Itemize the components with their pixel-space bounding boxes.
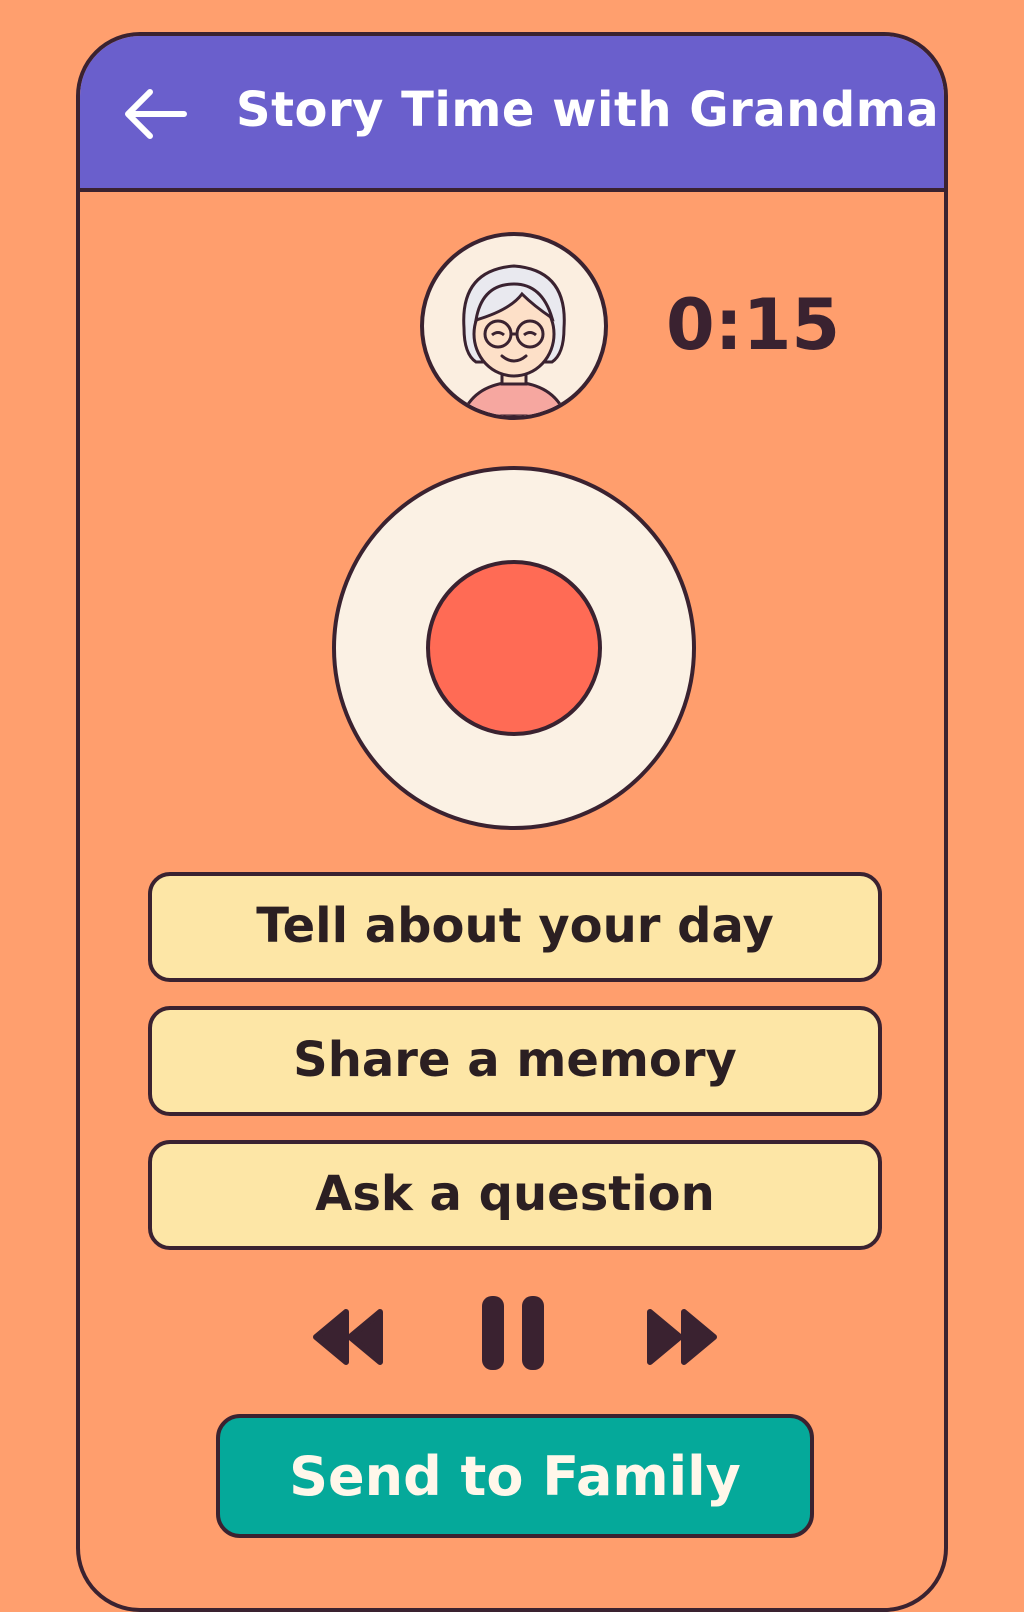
fast-forward-icon — [647, 1309, 717, 1365]
grandma-avatar-icon — [460, 264, 568, 416]
rewind-icon — [313, 1309, 383, 1365]
recording-timer: 0:15 — [666, 284, 841, 366]
record-button[interactable] — [332, 466, 696, 830]
pause-button[interactable] — [478, 1294, 548, 1376]
prompt-ask-question[interactable]: Ask a question — [148, 1140, 882, 1250]
phone-frame: Story Time with Grandma 0:15 Tell about … — [76, 32, 948, 1612]
avatar — [420, 232, 608, 420]
prompt-share-memory[interactable]: Share a memory — [148, 1006, 882, 1116]
page-title: Story Time with Grandma — [236, 82, 940, 138]
record-indicator — [426, 560, 602, 736]
arrow-left-icon — [125, 89, 187, 139]
rewind-button[interactable] — [310, 1306, 390, 1372]
prompt-tell-about-day[interactable]: Tell about your day — [148, 872, 882, 982]
send-to-family-button[interactable]: Send to Family — [216, 1414, 814, 1538]
pause-icon — [482, 1296, 544, 1370]
back-button[interactable] — [120, 84, 190, 144]
fast-forward-button[interactable] — [640, 1306, 720, 1372]
app-header: Story Time with Grandma — [80, 36, 944, 192]
